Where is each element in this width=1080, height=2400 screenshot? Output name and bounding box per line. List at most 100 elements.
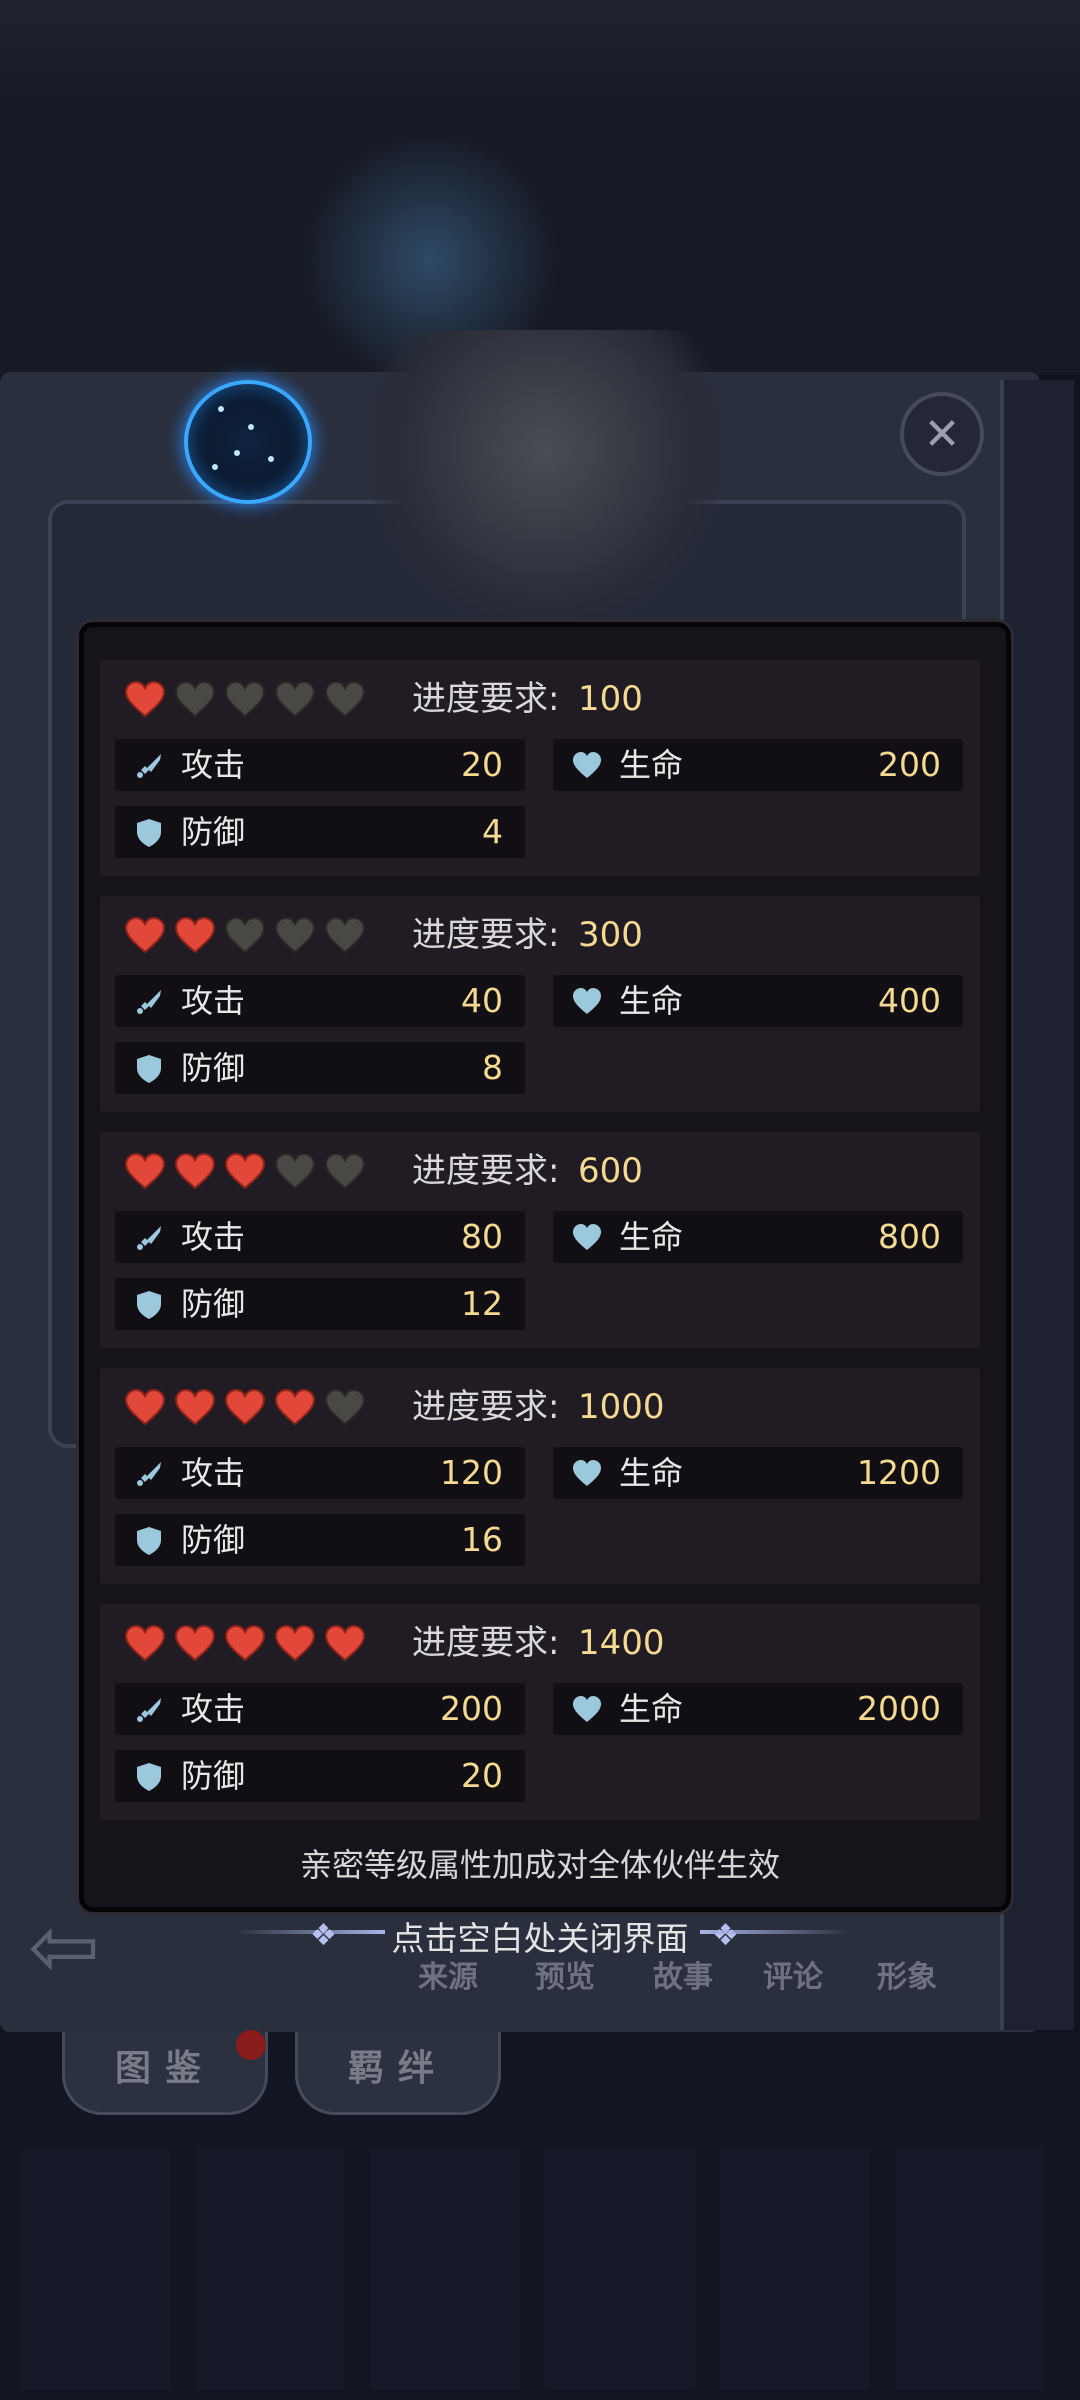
heart-filled-icon [324,1625,366,1662]
sword-icon [133,986,165,1018]
defense-label: 防御 [181,1285,246,1323]
attack-stat: 攻击 120 [115,1447,525,1499]
health-value: 2000 [857,1689,941,1728]
tier-card: 进度要求: 1400 攻击 200 生命 2000 防御 20 [100,1604,980,1820]
heart-empty-icon [324,1389,366,1426]
intimacy-hearts [124,917,366,955]
attack-label: 攻击 [181,982,246,1020]
defense-value: 4 [482,812,503,851]
sword-icon [133,750,165,782]
defense-value: 20 [461,1756,503,1795]
defense-stat: 防御 8 [115,1042,525,1094]
hint-knot-right-icon: ❖ [712,1918,739,1953]
shield-icon [133,1525,165,1557]
sword-icon [133,1458,165,1490]
hint-ornament-right [700,1930,850,1934]
sword-icon [133,1222,165,1254]
nav-source[interactable]: 来源 [418,1952,478,1996]
progress-requirement-label: 进度要求: [412,915,560,955]
shield-icon [133,1053,165,1085]
heart-filled-icon [174,1153,216,1190]
tier-card: 进度要求: 1000 攻击 120 生命 1200 防御 16 [100,1368,980,1584]
defense-value: 12 [461,1284,503,1323]
attack-label: 攻击 [181,1690,246,1728]
health-label: 生命 [619,1690,684,1728]
heart-filled-icon [274,1389,316,1426]
health-value: 200 [878,745,941,784]
shield-icon [133,1289,165,1321]
heart-filled-icon [124,917,166,954]
health-label: 生命 [619,1454,684,1492]
card-grid [20,2150,1060,2390]
health-value: 800 [878,1217,941,1256]
nav-comments[interactable]: 评论 [763,1952,823,1996]
defense-value: 8 [482,1048,503,1087]
tab-bonds[interactable]: 羁绊 [295,2032,501,2115]
attack-stat: 攻击 200 [115,1683,525,1735]
attack-label: 攻击 [181,1454,246,1492]
defense-label: 防御 [181,1757,246,1795]
attack-label: 攻击 [181,1218,246,1256]
back-arrow-icon[interactable]: ⇦ [28,1902,148,1992]
tier-card: 进度要求: 100 攻击 20 生命 200 防御 4 [100,660,980,876]
progress-requirement-label: 进度要求: [412,1623,560,1663]
progress-requirement-value: 600 [578,1151,643,1191]
health-label: 生命 [619,746,684,784]
defense-value: 16 [461,1520,503,1559]
defense-stat: 防御 20 [115,1750,525,1802]
attack-value: 20 [461,745,503,784]
heart-filled-icon [274,1625,316,1662]
intimacy-hearts [124,1153,366,1191]
health-stat: 生命 2000 [553,1683,963,1735]
book-spine [1000,380,1074,2030]
defense-label: 防御 [181,1049,246,1087]
health-label: 生命 [619,1218,684,1256]
top-frame [0,0,1080,95]
progress-requirement-value: 100 [578,679,643,719]
defense-label: 防御 [181,813,246,851]
notification-badge [236,2030,266,2060]
attack-stat: 攻击 40 [115,975,525,1027]
heart-empty-icon [274,1153,316,1190]
nav-preview[interactable]: 预览 [535,1952,595,1996]
heart-empty-icon [274,917,316,954]
tier-card: 进度要求: 300 攻击 40 生命 400 防御 8 [100,896,980,1112]
tier-header [124,675,366,725]
footnote: 亲密等级属性加成对全体伙伴生效 [299,1846,780,1884]
heart-empty-icon [324,681,366,718]
sword-icon [133,1694,165,1726]
progress-requirement-value: 1400 [578,1623,665,1663]
heart-filled-icon [124,1625,166,1662]
attack-label: 攻击 [181,746,246,784]
tier-header [124,1147,366,1197]
character-portrait [370,330,720,630]
defense-stat: 防御 4 [115,806,525,858]
health-stat: 生命 400 [553,975,963,1027]
shield-icon [133,1761,165,1793]
close-icon[interactable]: ✕ [900,392,984,476]
defense-stat: 防御 12 [115,1278,525,1330]
heart-icon [571,1694,603,1726]
heart-filled-icon [224,1389,266,1426]
health-stat: 生命 800 [553,1211,963,1263]
heart-icon [571,1458,603,1490]
defense-stat: 防御 16 [115,1514,525,1566]
tier-header [124,911,366,961]
nav-story[interactable]: 故事 [653,1952,713,1996]
heart-empty-icon [224,681,266,718]
health-label: 生命 [619,982,684,1020]
progress-requirement-label: 进度要求: [412,1151,560,1191]
heart-filled-icon [174,1625,216,1662]
heart-filled-icon [124,681,166,718]
progress-requirement-label: 进度要求: [412,1387,560,1427]
nav-appearance[interactable]: 形象 [877,1952,937,1996]
intimacy-hearts [124,1625,366,1663]
heart-filled-icon [224,1153,266,1190]
attack-value: 40 [461,981,503,1020]
health-value: 400 [878,981,941,1020]
progress-requirement-label: 进度要求: [412,679,560,719]
heart-icon [571,750,603,782]
element-orb-icon[interactable] [184,380,312,504]
heart-empty-icon [274,681,316,718]
heart-empty-icon [174,681,216,718]
